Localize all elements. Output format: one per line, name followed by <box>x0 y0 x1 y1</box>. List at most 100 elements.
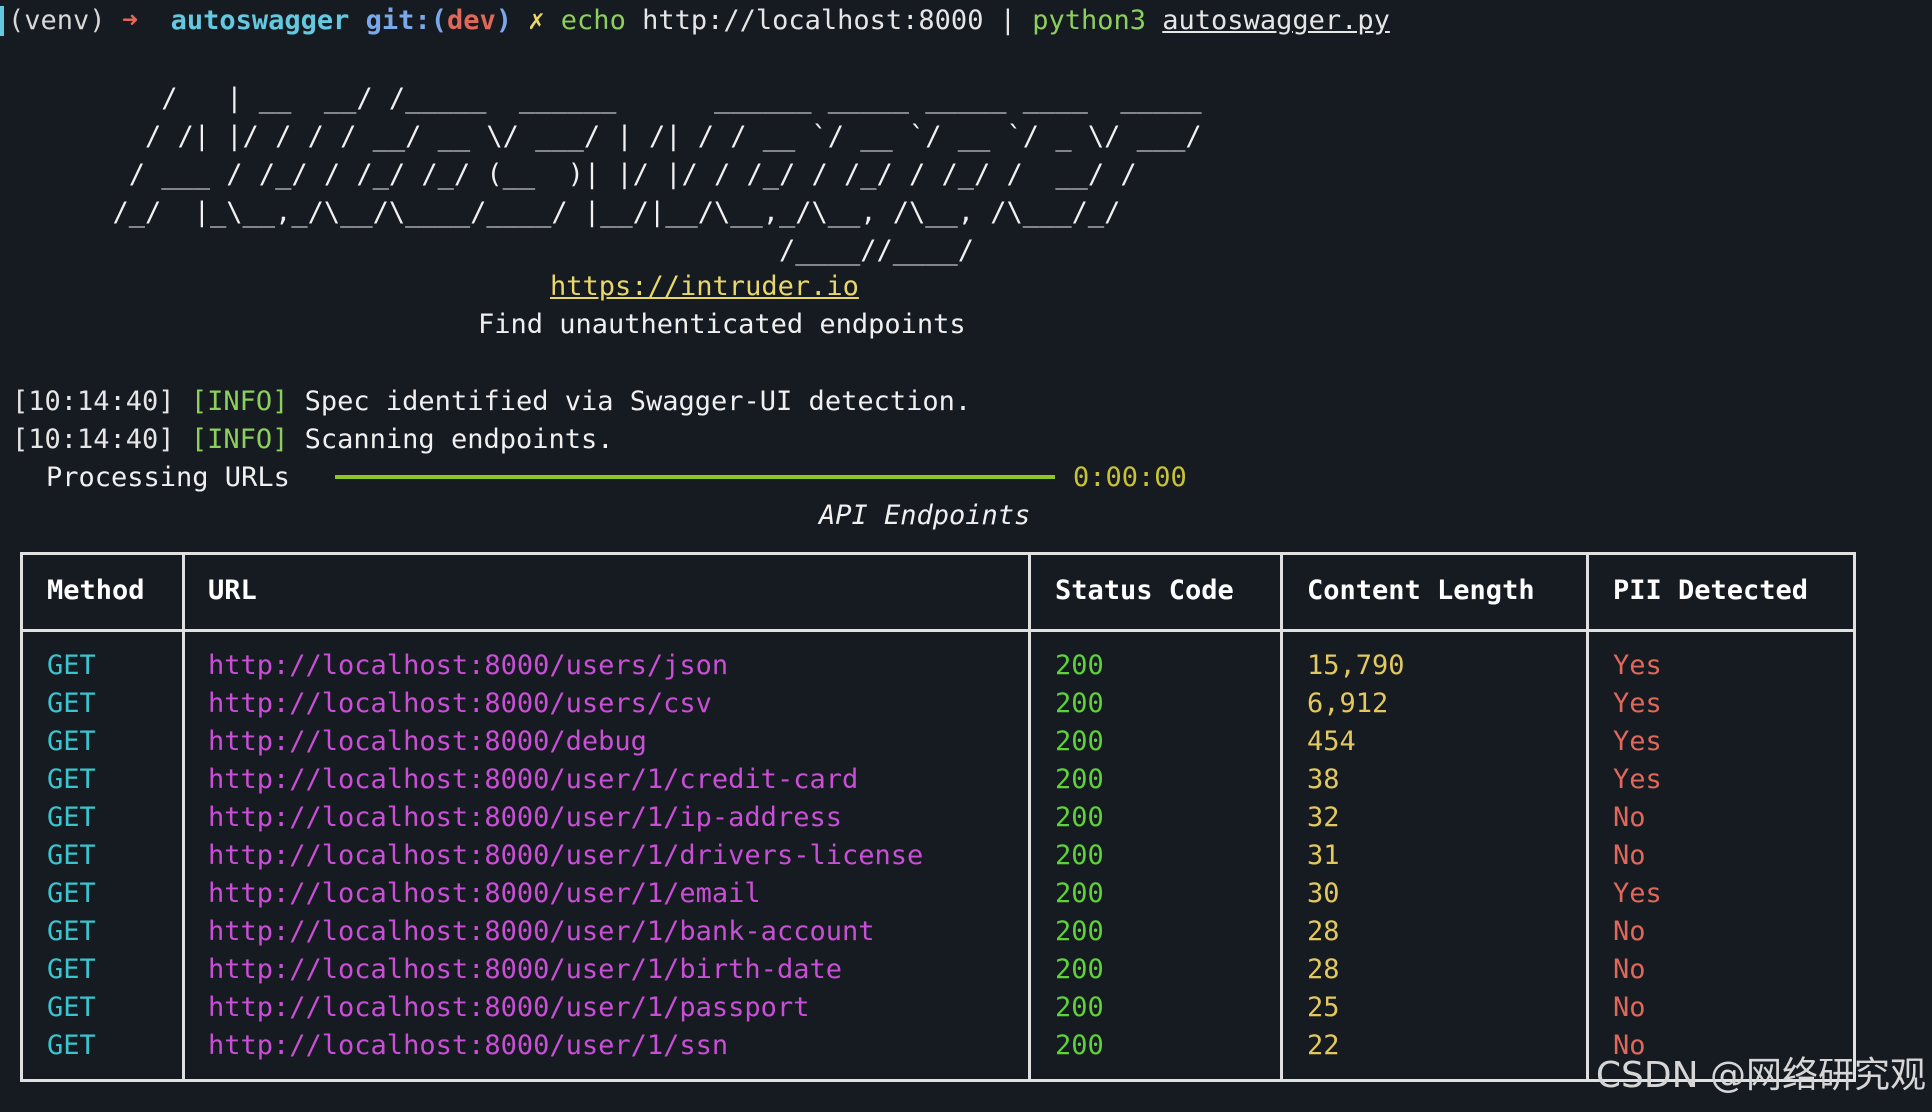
table-row: GET http://localhost:8000/users/json 200 15… <box>23 647 1853 685</box>
table-caption: API Endpoints <box>819 500 1031 531</box>
cell-content-length: 38 <box>1307 764 1340 795</box>
table-row: GET http://localhost:8000/debug 200 454 Yes <box>23 723 1853 761</box>
cell-url[interactable]: http://localhost:8000/users/csv <box>208 685 712 723</box>
cell-url[interactable]: http://localhost:8000/user/1/bank-accoun… <box>208 913 874 951</box>
cell-pii-detected: Yes <box>1613 688 1662 719</box>
ascii-banner: / | __ __/ /_____ ______ ______ _____ __… <box>112 83 1202 266</box>
cell-content-length: 30 <box>1307 878 1340 909</box>
cell-status-code: 200 <box>1055 954 1104 985</box>
cell-status-code: 200 <box>1055 916 1104 947</box>
cell-method: GET <box>47 1030 96 1061</box>
table-row: GET http://localhost:8000/user/1/ssn 200 22… <box>23 1027 1853 1065</box>
cell-content-length: 28 <box>1307 916 1340 947</box>
header-url: URL <box>208 575 257 606</box>
cell-url[interactable]: http://localhost:8000/user/1/birth-date <box>208 951 842 989</box>
table-row: GET http://localhost:8000/users/csv 200 6,9… <box>23 685 1853 723</box>
log-message: Scanning endpoints. <box>304 424 614 455</box>
log-level: [INFO] <box>190 386 289 417</box>
table-row: GET http://localhost:8000/user/1/bank-acc… <box>23 913 1853 951</box>
cell-pii-detected: Yes <box>1613 878 1662 909</box>
cell-content-length: 28 <box>1307 954 1340 985</box>
cell-method: GET <box>47 802 96 833</box>
endpoints-table: Method URL Status Code Content Length PI… <box>20 552 1856 1082</box>
dirty-marker-icon: ✗ <box>528 5 545 36</box>
table-body: GET http://localhost:8000/users/json 200 15… <box>23 647 1853 1065</box>
cell-method: GET <box>47 726 96 757</box>
cell-method: GET <box>47 916 96 947</box>
cell-method: GET <box>47 840 96 871</box>
cell-url[interactable]: http://localhost:8000/user/1/ssn <box>208 1027 728 1065</box>
prompt-arrow-icon: ➜ <box>121 5 139 36</box>
table-row: GET http://localhost:8000/user/1/drivers-… <box>23 837 1853 875</box>
repo-name: autoswagger <box>170 5 350 36</box>
progress-label: Processing URLs <box>46 462 290 493</box>
header-method: Method <box>47 575 145 606</box>
cell-method: GET <box>47 650 96 681</box>
cell-status-code: 200 <box>1055 726 1104 757</box>
cell-content-length: 31 <box>1307 840 1340 871</box>
log-line: [10:14:40] [INFO] Spec identified via Sw… <box>12 383 971 421</box>
cell-content-length: 32 <box>1307 802 1340 833</box>
table-row: GET http://localhost:8000/user/1/email 200… <box>23 875 1853 913</box>
shell-prompt-line: (venv) ➜ autoswagger git:(dev) ✗ echo ht… <box>8 2 1390 40</box>
command-echo-arg: http://localhost:8000 | <box>625 5 1033 36</box>
cell-pii-detected: No <box>1613 840 1646 871</box>
header-divider <box>23 629 1853 632</box>
log-timestamp: [10:14:40] <box>12 424 175 455</box>
cell-method: GET <box>47 878 96 909</box>
cell-url[interactable]: http://localhost:8000/users/json <box>208 647 728 685</box>
cell-status-code: 200 <box>1055 840 1104 871</box>
git-label: git:( <box>365 5 447 36</box>
log-level: [INFO] <box>190 424 289 455</box>
cell-status-code: 200 <box>1055 688 1104 719</box>
banner-tagline: Find unauthenticated endpoints <box>478 309 966 340</box>
cell-url[interactable]: http://localhost:8000/user/1/passport <box>208 989 809 1027</box>
table-row: GET http://localhost:8000/user/1/credit-c… <box>23 761 1853 799</box>
progress-elapsed-time: 0:00:00 <box>1073 462 1187 493</box>
cell-url[interactable]: http://localhost:8000/user/1/drivers-lic… <box>208 837 923 875</box>
cell-status-code: 200 <box>1055 992 1104 1023</box>
cell-pii-detected: Yes <box>1613 764 1662 795</box>
cell-method: GET <box>47 688 96 719</box>
log-line: [10:14:40] [INFO] Scanning endpoints. <box>12 421 614 459</box>
cell-status-code: 200 <box>1055 650 1104 681</box>
cell-content-length: 454 <box>1307 726 1356 757</box>
cell-pii-detected: No <box>1613 802 1646 833</box>
progress-bar-fill <box>335 475 1055 479</box>
header-status-code: Status Code <box>1055 575 1234 606</box>
git-branch: dev <box>446 5 496 36</box>
cell-pii-detected: No <box>1613 916 1646 947</box>
venv-label: (venv) <box>8 5 106 36</box>
table-row: GET http://localhost:8000/user/1/birth-da… <box>23 951 1853 989</box>
header-content-length: Content Length <box>1307 575 1535 606</box>
cell-pii-detected: Yes <box>1613 650 1662 681</box>
intruder-link[interactable]: https://intruder.io <box>550 268 859 306</box>
cursor-indicator <box>0 6 4 36</box>
cell-content-length: 15,790 <box>1307 650 1405 681</box>
cell-status-code: 200 <box>1055 764 1104 795</box>
cell-method: GET <box>47 992 96 1023</box>
log-timestamp: [10:14:40] <box>12 386 175 417</box>
table-row: GET http://localhost:8000/user/1/ip-addre… <box>23 799 1853 837</box>
header-pii-detected: PII Detected <box>1613 575 1809 606</box>
cell-url[interactable]: http://localhost:8000/user/1/ip-address <box>208 799 842 837</box>
cell-content-length: 6,912 <box>1307 688 1389 719</box>
cell-url[interactable]: http://localhost:8000/user/1/email <box>208 875 761 913</box>
cell-method: GET <box>47 954 96 985</box>
git-label-close: ) <box>495 5 512 36</box>
cell-status-code: 200 <box>1055 1030 1104 1061</box>
table-row: GET http://localhost:8000/user/1/passport… <box>23 989 1853 1027</box>
command-script[interactable]: autoswagger.py <box>1162 5 1390 36</box>
cell-url[interactable]: http://localhost:8000/user/1/credit-card <box>208 761 858 799</box>
progress-bar <box>335 475 1055 479</box>
command-echo: echo <box>560 5 626 36</box>
cell-pii-detected: No <box>1613 992 1646 1023</box>
cell-content-length: 22 <box>1307 1030 1340 1061</box>
cell-pii-detected: Yes <box>1613 726 1662 757</box>
cell-pii-detected: No <box>1613 954 1646 985</box>
command-python: python3 <box>1032 5 1147 36</box>
cell-url[interactable]: http://localhost:8000/debug <box>208 723 647 761</box>
log-message: Spec identified via Swagger-UI detection… <box>304 386 972 417</box>
cell-content-length: 25 <box>1307 992 1340 1023</box>
watermark: CSDN @网络研究观 <box>1595 1055 1926 1096</box>
